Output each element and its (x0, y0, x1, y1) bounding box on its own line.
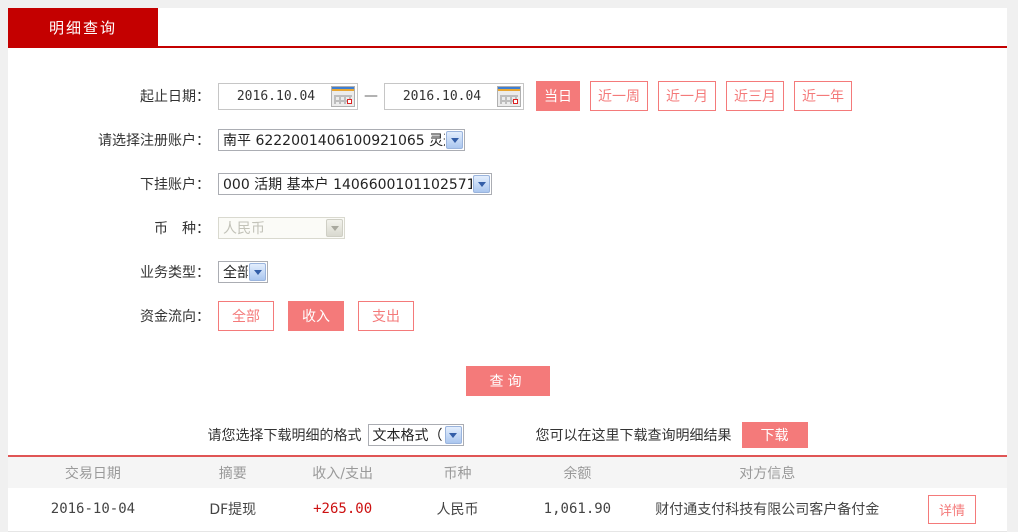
download-format-select[interactable]: 文本格式（.txt） (367, 424, 464, 446)
header-counterparty: 对方信息 (739, 465, 796, 482)
download-format-label: 请您选择下载明细的格式 (207, 428, 362, 444)
fund-flow-label: 资金流向： (140, 309, 210, 325)
header-date: 交易日期 (64, 465, 121, 482)
range-month-button[interactable]: 近一月 (658, 81, 716, 111)
currency-label: 币 种： (154, 221, 210, 237)
start-date-field[interactable] (218, 82, 358, 110)
register-account-row: 请选择注册账户： 南平 6222001406100921065 灵通卡 (8, 118, 1007, 162)
chevron-down-icon[interactable] (249, 263, 266, 281)
calendar-icon[interactable] (331, 85, 355, 107)
register-account-value: 南平 6222001406100921065 灵通卡 (223, 133, 445, 149)
date-range-row: 起止日期： — 当日 近一周 近一月 近三月 近一年 (8, 74, 1007, 118)
currency-value: 人民币 (223, 221, 265, 237)
tab-detail-query[interactable]: 明细查询 (8, 8, 158, 46)
register-account-select[interactable]: 南平 6222001406100921065 灵通卡 (218, 129, 465, 151)
table-header-row: 交易日期 摘要 收入/支出 币种 余额 对方信息 (8, 457, 1007, 488)
cell-counterparty: 财付通支付科技有限公司客户备付金 (655, 502, 880, 519)
download-button[interactable]: 下载 (741, 422, 808, 448)
filter-form: 起止日期： — 当日 近一周 近一月 近三月 近一年 (8, 48, 1007, 457)
register-account-label: 请选择注册账户： (98, 133, 210, 149)
table-row: 2016-10-04 DF提现 +265.00 人民币 1,061.90 财付通… (8, 488, 1007, 531)
header-balance: 余额 (563, 465, 592, 482)
end-date-input[interactable] (387, 88, 497, 104)
chevron-down-icon (326, 219, 343, 237)
cell-currency: 人民币 (436, 502, 479, 519)
date-range-label: 起止日期： (140, 89, 210, 105)
header-currency: 币种 (443, 465, 472, 482)
detail-query-panel: 明细查询 起止日期： — 当日 近一周 近一月 近三月 (8, 8, 1007, 531)
range-week-button[interactable]: 近一周 (590, 81, 648, 111)
flow-expense-button[interactable]: 支出 (358, 301, 414, 331)
sub-account-select[interactable]: 000 活期 基本户 1406600101102571848 (218, 173, 492, 195)
detail-button[interactable]: 详情 (928, 494, 977, 524)
sub-account-value: 000 活期 基本户 1406600101102571848 (223, 177, 472, 193)
download-hint: 您可以在这里下载查询明细结果 (535, 428, 732, 444)
flow-all-button[interactable]: 全部 (218, 301, 274, 331)
header-amount: 收入/支出 (312, 465, 373, 482)
tab-bar: 明细查询 (8, 8, 1007, 48)
quick-range-buttons: 当日 近一周 近一月 近三月 近一年 (536, 81, 852, 111)
cell-amount: +265.00 (313, 501, 373, 518)
fund-flow-row: 资金流向： 全部 收入 支出 (8, 294, 1007, 338)
start-date-input[interactable] (221, 88, 331, 104)
download-format-value: 文本格式（.txt） (372, 428, 444, 444)
chevron-down-icon[interactable] (444, 426, 462, 444)
calendar-icon[interactable] (497, 85, 521, 107)
currency-row: 币 种： 人民币 (8, 206, 1007, 250)
end-date-field[interactable] (384, 82, 524, 110)
query-row: 查询 (8, 366, 1007, 396)
cell-balance: 1,061.90 (543, 501, 612, 518)
range-today-button[interactable]: 当日 (536, 81, 580, 111)
header-action (897, 457, 1007, 488)
business-type-select[interactable]: 全部 (218, 261, 268, 283)
chevron-down-icon[interactable] (446, 131, 463, 149)
cell-summary: DF提现 (209, 502, 257, 519)
download-row: 请您选择下载明细的格式 文本格式（.txt） 您可以在这里下载查询明细结果 下载 (8, 422, 1007, 448)
cell-date: 2016-10-04 (50, 501, 136, 518)
query-button[interactable]: 查询 (465, 366, 550, 396)
business-type-value: 全部 (223, 265, 248, 281)
date-separator: — (364, 88, 378, 104)
sub-account-row: 下挂账户： 000 活期 基本户 1406600101102571848 (8, 162, 1007, 206)
content-area: 起止日期： — 当日 近一周 近一月 近三月 近一年 (8, 48, 1007, 531)
range-quarter-button[interactable]: 近三月 (726, 81, 784, 111)
business-type-label: 业务类型： (140, 265, 210, 281)
header-summary: 摘要 (218, 465, 247, 482)
range-year-button[interactable]: 近一年 (794, 81, 852, 111)
results-table: 交易日期 摘要 收入/支出 币种 余额 对方信息 2016-10-04 DF提现… (8, 457, 1007, 532)
currency-select: 人民币 (218, 217, 345, 239)
fund-flow-buttons: 全部 收入 支出 (218, 301, 414, 331)
sub-account-label: 下挂账户： (140, 177, 210, 193)
flow-income-button[interactable]: 收入 (288, 301, 344, 331)
business-type-row: 业务类型： 全部 (8, 250, 1007, 294)
chevron-down-icon[interactable] (473, 175, 490, 193)
